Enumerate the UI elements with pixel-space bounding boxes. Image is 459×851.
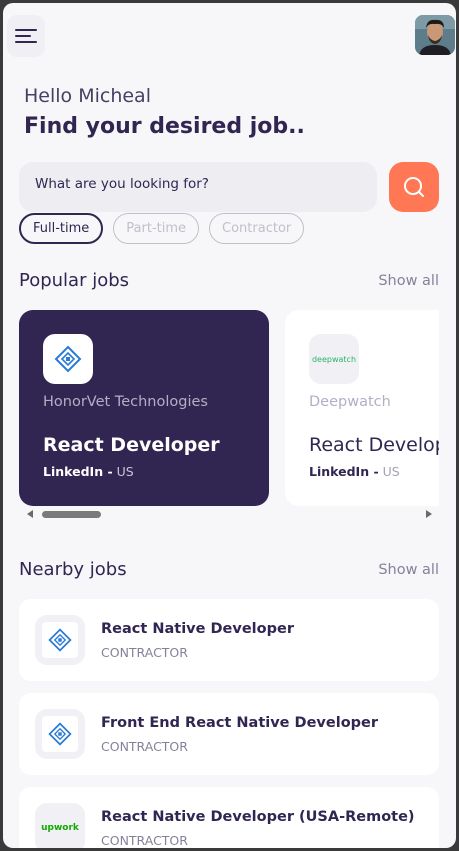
job-title: Front End React Native Developer — [101, 715, 379, 731]
menu-icon — [15, 29, 37, 31]
company-logo — [35, 709, 85, 759]
honorvet-logo-icon — [48, 722, 72, 746]
search-input[interactable] — [35, 176, 355, 192]
company-logo — [43, 334, 93, 384]
search-button[interactable] — [389, 162, 439, 212]
job-type: CONTRACTOR — [101, 739, 188, 754]
job-location: US — [116, 464, 134, 479]
popular-job-card[interactable]: HonorVet Technologies React Developer Li… — [19, 310, 269, 506]
company-name: HonorVet Technologies — [43, 394, 208, 410]
job-type: CONTRACTOR — [101, 645, 188, 660]
nearby-show-all-link[interactable]: Show all — [378, 562, 439, 578]
company-logo: upwork — [35, 803, 85, 848]
menu-button[interactable] — [7, 15, 45, 57]
job-role: React Developer — [309, 434, 456, 456]
nearby-job-card[interactable]: upwork React Native Developer (USA-Remot… — [19, 787, 439, 848]
nearby-job-card[interactable]: Front End React Native Developer CONTRAC… — [19, 693, 439, 775]
tab-contractor[interactable]: Contractor — [209, 213, 305, 244]
menu-icon-bar — [15, 35, 31, 37]
profile-avatar[interactable] — [415, 15, 455, 55]
deepwatch-logo-icon: deepwatch — [311, 354, 357, 364]
job-role: React Developer — [43, 434, 220, 456]
search-wrapper — [19, 162, 377, 212]
company-logo — [35, 615, 85, 665]
tab-full-time[interactable]: Full-time — [19, 213, 104, 244]
company-name: Deepwatch — [309, 394, 391, 410]
job-type-tabs: Full-time Part-time Contractor — [19, 213, 305, 244]
job-publisher: LinkedIn - US — [43, 464, 134, 479]
upwork-logo-icon: upwork — [41, 823, 79, 833]
greeting-text: Hello Micheal — [24, 85, 151, 107]
carousel-edge — [439, 303, 456, 513]
job-type: CONTRACTOR — [101, 833, 188, 848]
job-publisher: LinkedIn - US — [309, 464, 400, 479]
app-screen: Hello Micheal Find your desired job.. Fu… — [3, 3, 456, 848]
job-location: US — [382, 464, 400, 479]
company-logo: deepwatch — [309, 334, 359, 384]
menu-icon-bar — [15, 41, 37, 43]
scroll-left-icon[interactable] — [27, 510, 33, 518]
popular-jobs-title: Popular jobs — [19, 270, 130, 291]
publisher-name: LinkedIn - — [43, 464, 113, 479]
publisher-name: LinkedIn - — [309, 464, 379, 479]
honorvet-logo-icon — [48, 628, 72, 652]
job-title: React Native Developer — [101, 621, 294, 637]
popular-job-card[interactable]: deepwatch Deepwatch React Developer Link… — [285, 310, 456, 506]
page-headline: Find your desired job.. — [24, 114, 305, 139]
nearby-jobs-title: Nearby jobs — [19, 559, 127, 580]
horizontal-scrollbar[interactable] — [25, 507, 437, 521]
tab-part-time[interactable]: Part-time — [113, 213, 200, 244]
job-title: React Native Developer (USA-Remote) — [101, 809, 415, 825]
scroll-thumb[interactable] — [42, 511, 101, 518]
nearby-job-card[interactable]: React Native Developer CONTRACTOR — [19, 599, 439, 681]
popular-show-all-link[interactable]: Show all — [378, 273, 439, 289]
search-icon — [404, 177, 424, 197]
scroll-right-icon[interactable] — [426, 510, 432, 518]
honorvet-logo-icon — [54, 345, 82, 373]
avatar-image — [415, 15, 455, 55]
